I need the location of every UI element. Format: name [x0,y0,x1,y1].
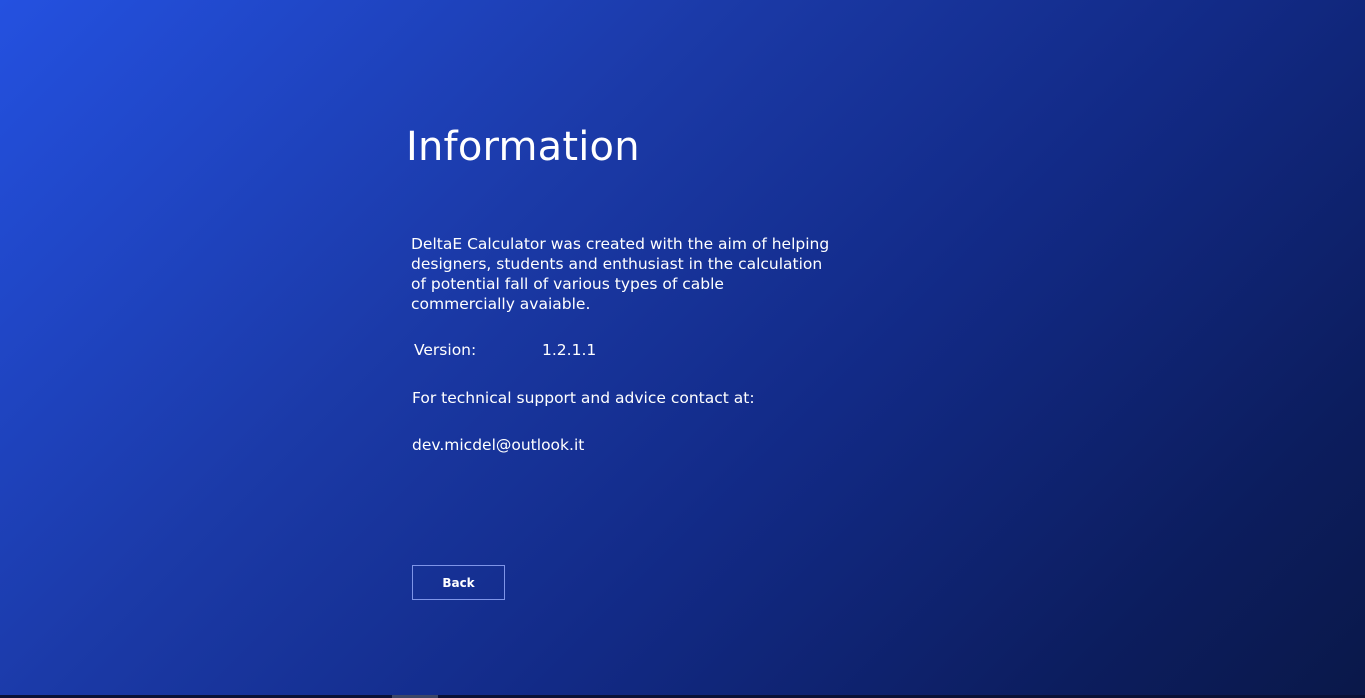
support-text: For technical support and advice contact… [412,389,755,407]
back-button[interactable]: Back [412,565,505,600]
app-description: DeltaE Calculator was created with the a… [411,235,830,313]
page-title: Information [406,124,640,170]
version-label: Version: [414,341,477,359]
contact-email[interactable]: dev.micdel@outlook.it [412,435,584,455]
version-value: 1.2.1.1 [542,341,597,359]
